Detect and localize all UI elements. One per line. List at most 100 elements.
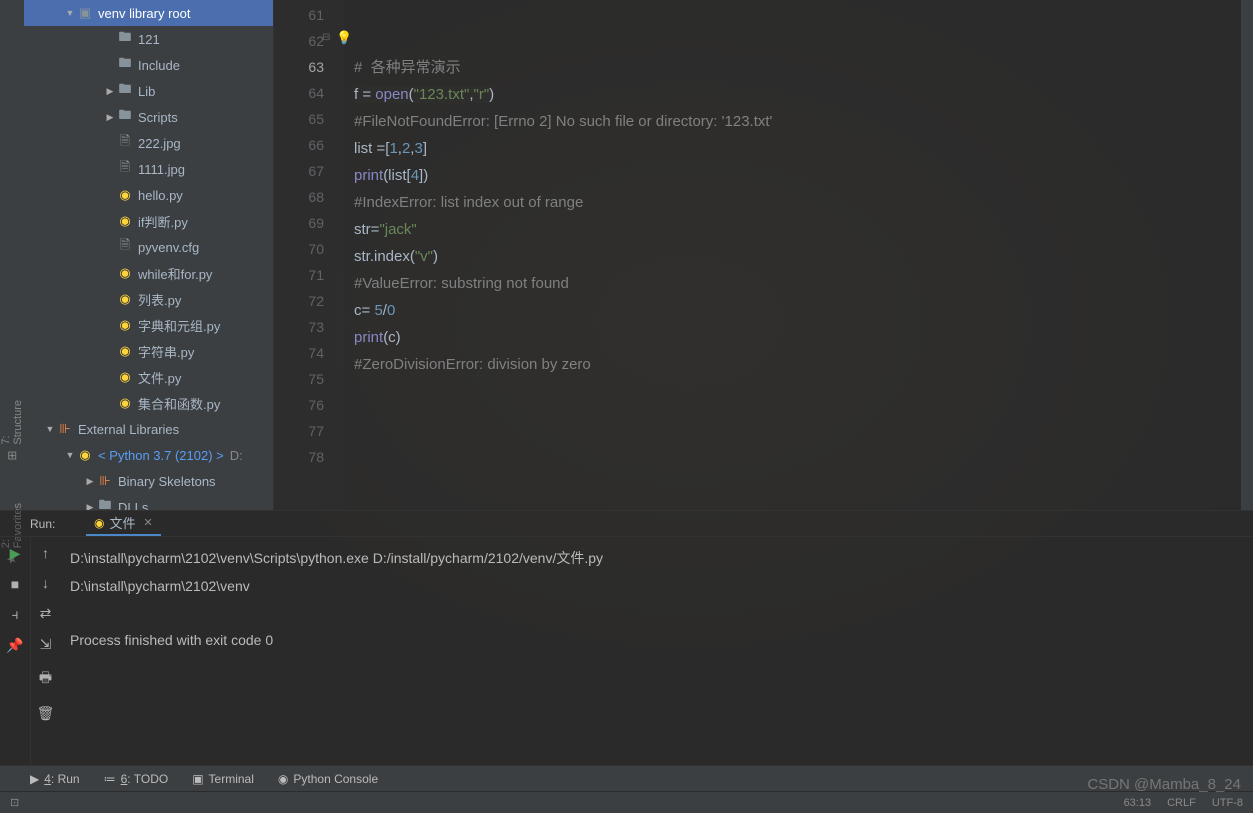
rerun-icon[interactable]: ▶	[10, 545, 21, 562]
pin-icon[interactable]: 📌	[6, 637, 23, 654]
structure-icon: ⊞	[5, 451, 19, 461]
tree-label: 1111.jpg	[138, 162, 185, 177]
tree-item[interactable]: 🖿121	[24, 26, 273, 52]
tree-label: 字符串.py	[138, 342, 194, 361]
todo-tool-button[interactable]: ≔6: TODO	[104, 772, 169, 786]
tree-label: 字典和元组.py	[138, 316, 220, 335]
py-icon: ◉	[116, 187, 134, 203]
chevron-down-icon[interactable]: ▼	[44, 424, 56, 434]
run-toolbar-2: ↑ ↓ ⇄ ⇲ 🖶 🗑	[30, 537, 60, 765]
code-editor[interactable]: 616263646566676869707172737475767778 ⊟ 💡…	[274, 0, 1253, 510]
run-output[interactable]: D:\install\pycharm\2102\venv\Scripts\pyt…	[60, 537, 1253, 765]
terminal-icon: ▣	[192, 772, 203, 786]
library-icon: ⊪	[56, 421, 74, 437]
chevron-down-icon[interactable]: ▼	[64, 8, 76, 18]
tree-item[interactable]: ▶🖿 Lib	[24, 78, 273, 104]
tree-item[interactable]: ◉文件.py	[24, 364, 273, 390]
project-tree[interactable]: ▼ ▣ venv library root 🖿121🖿Include▶🖿Lib▶…	[24, 0, 274, 510]
tree-label: 文件.py	[138, 368, 181, 387]
down-icon[interactable]: ↓	[42, 575, 49, 591]
line-gutter: 616263646566676869707172737475767778	[274, 0, 344, 510]
encoding[interactable]: UTF-8	[1212, 797, 1243, 809]
code-content[interactable]: # 各种异常演示 f = open("123.txt","r") #FileNo…	[344, 0, 1253, 510]
layout-icon[interactable]: ⫞	[12, 606, 19, 623]
tree-label: DLLs	[118, 500, 148, 511]
tree-root[interactable]: ▼ ▣ venv library root	[24, 0, 273, 26]
wrap-icon[interactable]: ⇄	[40, 605, 52, 622]
chevron-icon[interactable]: ▶	[104, 112, 116, 123]
list-icon: ≔	[104, 772, 116, 786]
tree-label: hello.py	[138, 188, 183, 203]
chevron-right-icon[interactable]: ▶	[84, 502, 96, 511]
tree-label: Lib	[138, 84, 155, 99]
stop-icon[interactable]: ■	[11, 576, 19, 592]
tree-label: Binary Skeletons	[118, 474, 216, 489]
tree-label: External Libraries	[78, 422, 179, 437]
tree-label: while和for.py	[138, 264, 212, 283]
line-separator[interactable]: CRLF	[1167, 797, 1196, 809]
fold-icon[interactable]: ⊟	[322, 32, 330, 43]
py-icon: ◉	[116, 291, 134, 307]
tree-item[interactable]: 🗎222.jpg	[24, 130, 273, 156]
structure-tab[interactable]: ⊞7: Structure	[0, 400, 24, 463]
tree-item[interactable]: ◉ hello.py	[24, 182, 273, 208]
python-interpreter[interactable]: ▼ ◉ < Python 3.7 (2102) > D:	[24, 442, 273, 468]
dlls-folder[interactable]: ▶ 🖿 DLLs	[24, 494, 273, 510]
status-bar: ⊡ 63:13 CRLF UTF-8	[0, 791, 1253, 813]
tree-label: 121	[138, 32, 160, 47]
python-icon: ◉	[94, 516, 104, 530]
windows-icon[interactable]: ⊡	[10, 796, 19, 809]
binary-skeletons[interactable]: ▶ ⊪ Binary Skeletons	[24, 468, 273, 494]
cursor-position[interactable]: 63:13	[1124, 797, 1152, 809]
editor-scrollbar[interactable]	[1241, 0, 1253, 510]
tree-label: Scripts	[138, 110, 178, 125]
tree-label: pyvenv.cfg	[138, 240, 199, 255]
run-label: Run:	[30, 517, 55, 531]
chevron-icon[interactable]: ▶	[104, 86, 116, 97]
python-icon: ◉	[278, 772, 288, 786]
tree-item[interactable]: 🖿 Include	[24, 52, 273, 78]
tree-label: < Python 3.7 (2102) >	[98, 448, 224, 463]
folder-icon: 🖿	[116, 54, 134, 76]
tree-label: if判断.py	[138, 212, 188, 231]
tree-item[interactable]: ◉列表.py	[24, 286, 273, 312]
tree-label: venv library root	[98, 6, 190, 21]
external-libraries[interactable]: ▼ ⊪ External Libraries	[24, 416, 273, 442]
folder-icon: 🖿	[116, 80, 134, 102]
run-tool-button[interactable]: ▶4: Run	[30, 772, 80, 786]
up-icon[interactable]: ↑	[42, 545, 49, 561]
library-icon: ▣	[76, 5, 94, 21]
tree-item[interactable]: ▶🖿Scripts	[24, 104, 273, 130]
py-icon: ◉	[116, 343, 134, 359]
py-icon: ◉	[116, 369, 134, 385]
tree-item[interactable]: ◉字符串.py	[24, 338, 273, 364]
bulb-icon[interactable]: 💡	[336, 30, 352, 46]
tree-label: Include	[138, 58, 180, 73]
play-icon: ▶	[30, 772, 39, 786]
python-icon: ◉	[76, 447, 94, 463]
run-toolbar-1: ▶ ■ ⫞ 📌	[0, 537, 30, 765]
terminal-tool-button[interactable]: ▣Terminal	[192, 772, 254, 786]
py-icon: ◉	[116, 317, 134, 333]
run-panel: Run: ◉ 文件 ✕ ▶ ■ ⫞ 📌 ↑ ↓ ⇄ ⇲ 🖶 🗑 D:\insta…	[0, 510, 1253, 765]
py-icon: ◉	[116, 213, 134, 229]
close-icon[interactable]: ✕	[144, 516, 153, 529]
folder-icon: 🖿	[96, 496, 114, 510]
bottom-toolbar: ▶4: Run ≔6: TODO ▣Terminal ◉Python Conso…	[0, 765, 1253, 791]
run-tab[interactable]: ◉ 文件 ✕	[86, 511, 161, 536]
scroll-icon[interactable]: ⇲	[40, 636, 52, 653]
print-icon[interactable]: 🖶	[39, 667, 52, 691]
py-icon: ◉	[116, 265, 134, 281]
tree-item[interactable]: ◉字典和元组.py	[24, 312, 273, 338]
py-icon: ◉	[116, 395, 134, 411]
tree-item[interactable]: ◉if判断.py	[24, 208, 273, 234]
chevron-right-icon[interactable]: ▶	[84, 476, 96, 487]
tree-item[interactable]: ◉集合和函数.py	[24, 390, 273, 416]
python-console-button[interactable]: ◉Python Console	[278, 772, 378, 786]
chevron-down-icon[interactable]: ▼	[64, 450, 76, 460]
tree-item[interactable]: 🗎pyvenv.cfg	[24, 234, 273, 260]
tree-item[interactable]: 🗎1111.jpg	[24, 156, 273, 182]
tree-item[interactable]: ◉while和for.py	[24, 260, 273, 286]
trash-icon[interactable]: 🗑	[37, 705, 55, 722]
watermark: CSDN @Mamba_8_24	[1087, 776, 1241, 793]
